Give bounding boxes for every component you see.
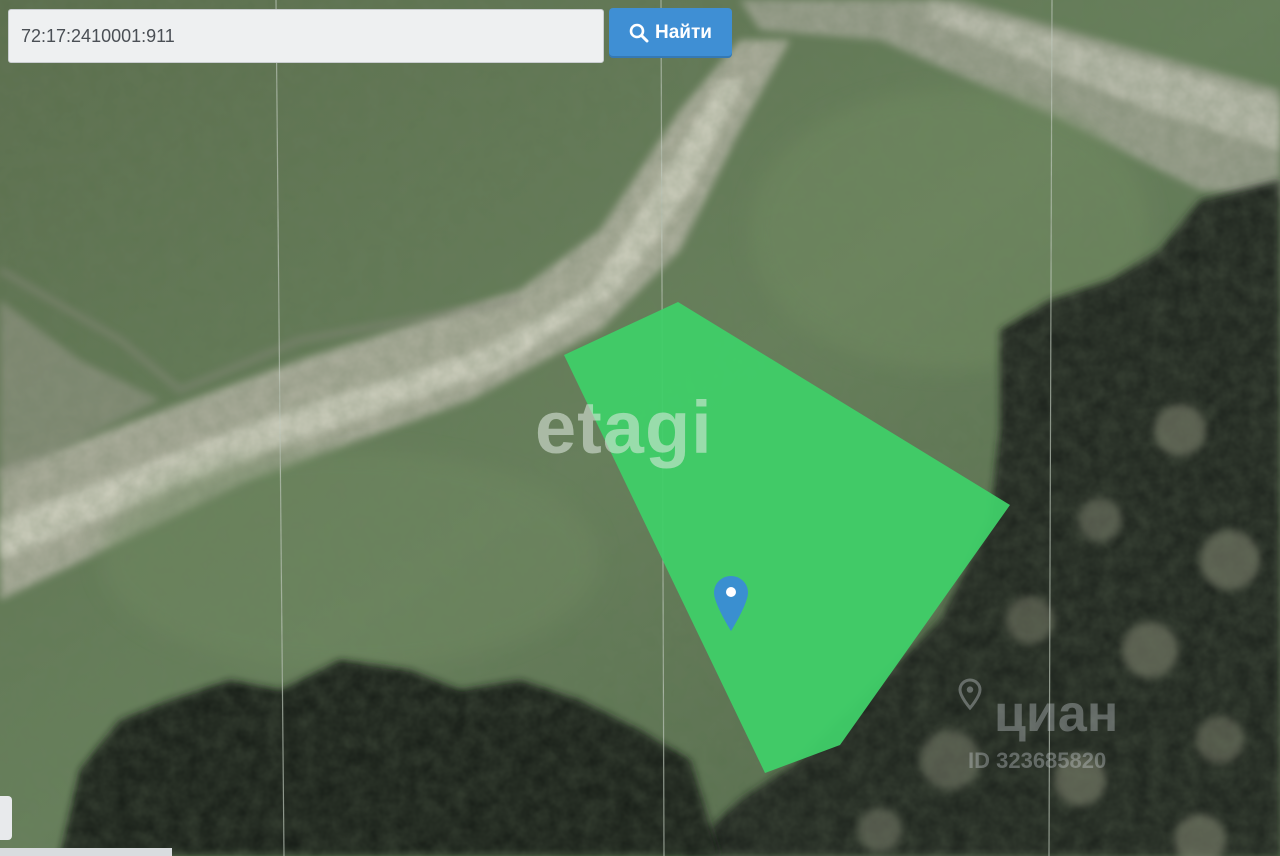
cian-watermark: циан ID 323685820 bbox=[958, 682, 1178, 773]
search-button[interactable]: Найти bbox=[609, 8, 732, 58]
map-side-control[interactable] bbox=[0, 796, 12, 840]
search-button-label: Найти bbox=[655, 22, 712, 43]
etagi-watermark: etagi bbox=[535, 386, 713, 469]
search-icon bbox=[629, 23, 649, 43]
map-bottom-panel bbox=[0, 848, 172, 856]
cian-watermark-id: ID 323685820 bbox=[968, 748, 1107, 773]
cian-watermark-name: циан bbox=[994, 685, 1119, 743]
search-input[interactable] bbox=[8, 9, 604, 63]
